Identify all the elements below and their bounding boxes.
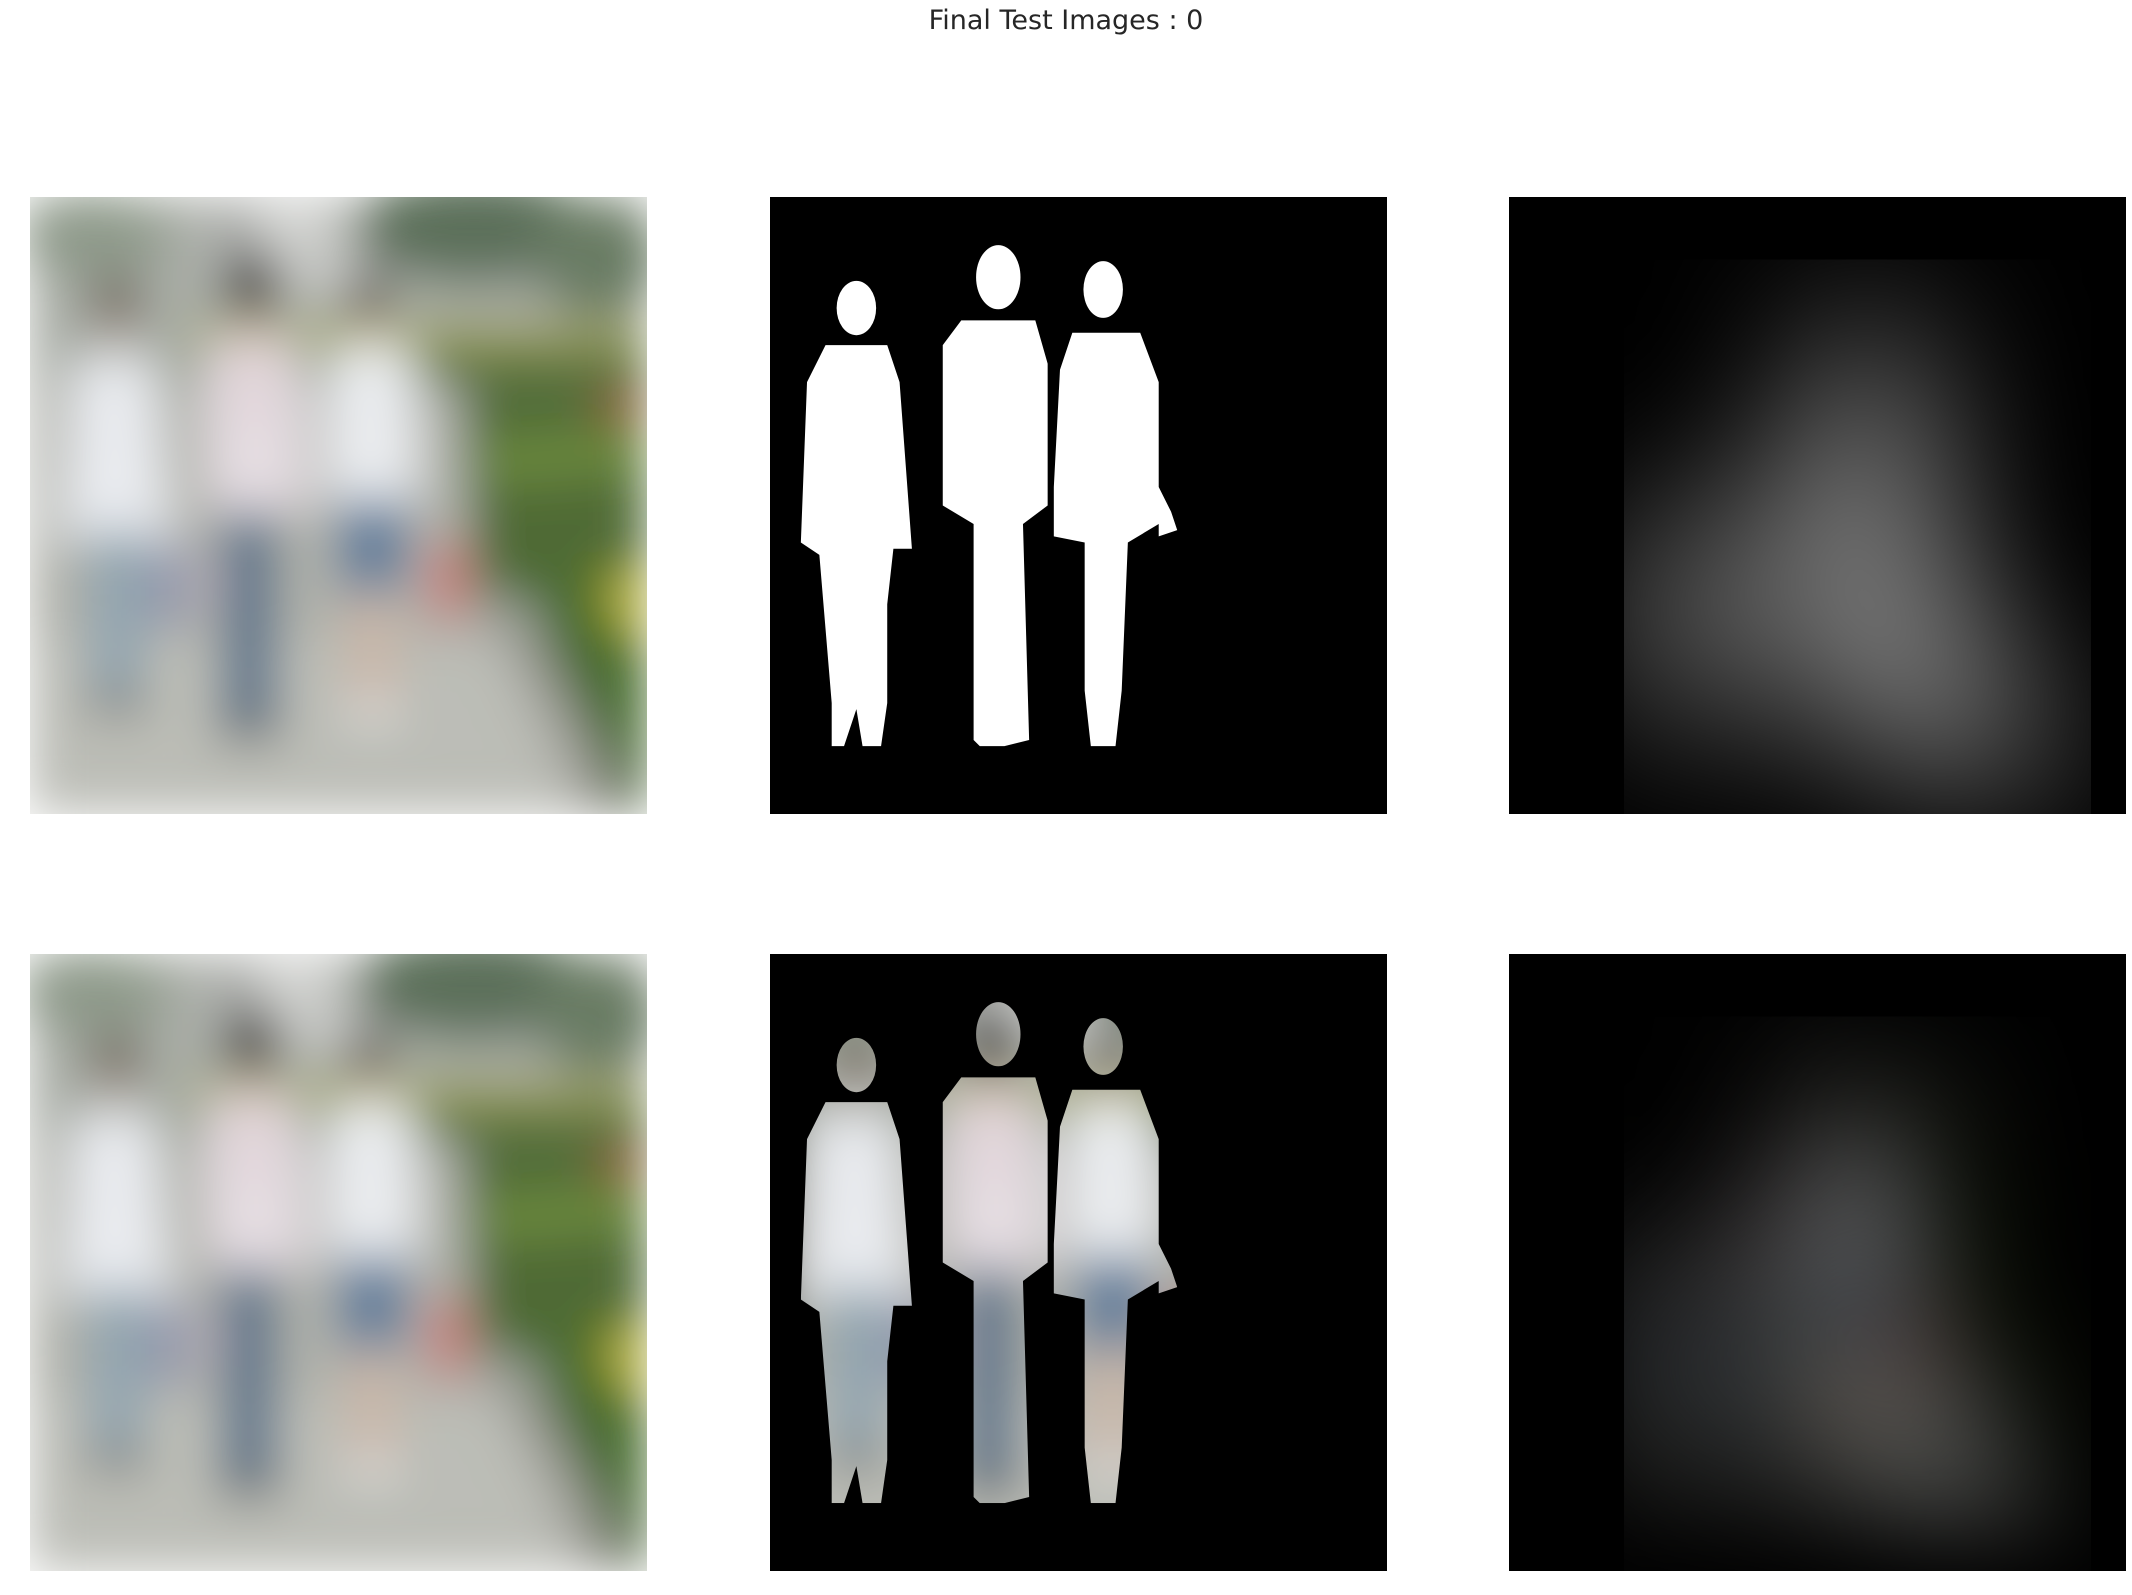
ground-truth-masked-photo	[770, 954, 1387, 1571]
predicted-masked-photo	[1509, 954, 2126, 1571]
input-photo	[30, 197, 647, 814]
figure-title: Final Test Images : 0	[928, 5, 1204, 36]
ground-truth-mask	[770, 197, 1387, 814]
predicted-mask	[1509, 197, 2126, 814]
input-photo-repeat	[30, 954, 647, 1571]
